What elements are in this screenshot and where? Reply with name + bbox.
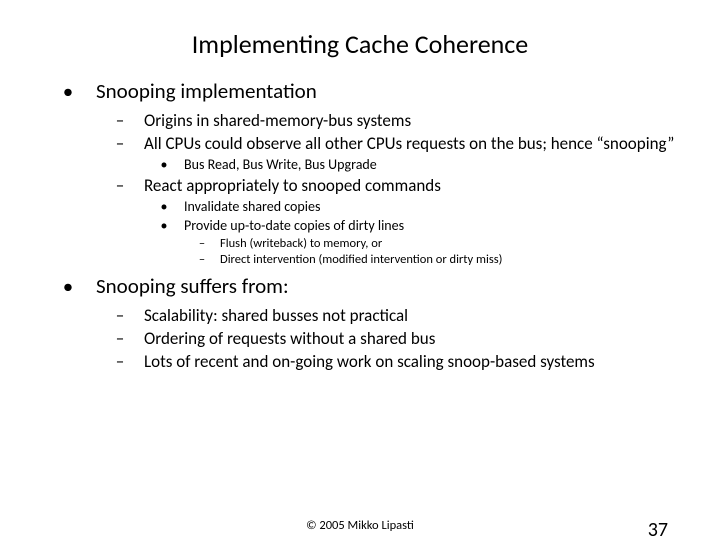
page-number: 37 — [648, 518, 668, 542]
bullet-dot-icon: • — [144, 156, 184, 173]
bullet-dash-icon: – — [96, 175, 144, 196]
bullet-l3: • Invalidate shared copies — [40, 198, 680, 215]
bullet-l1: • Snooping suffers from: — [40, 273, 680, 299]
bullet-dash-icon: – — [96, 305, 144, 326]
bullet-l2: – Origins in shared-memory-bus systems — [40, 110, 680, 131]
bullet-text: Origins in shared-memory-bus systems — [144, 110, 680, 131]
bullet-text: Ordering of requests without a shared bu… — [144, 328, 680, 349]
bullet-text: Snooping suffers from: — [96, 273, 680, 299]
bullet-text: Flush (writeback) to memory, or — [220, 236, 680, 251]
bullet-dash-icon: – — [96, 328, 144, 349]
slide-title: Implementing Cache Coherence — [40, 28, 680, 60]
bullet-dot-icon: • — [40, 273, 96, 299]
bullet-dash-icon: – — [184, 236, 220, 251]
bullet-text: Scalability: shared busses not practical — [144, 305, 680, 326]
bullet-l2: – Scalability: shared busses not practic… — [40, 305, 680, 326]
bullet-dash-icon: – — [96, 351, 144, 372]
bullet-text: React appropriately to snooped commands — [144, 175, 680, 196]
copyright-text: © 2005 Mikko Lipasti — [0, 518, 720, 533]
bullet-l1: • Snooping implementation — [40, 78, 680, 104]
bullet-l4: – Direct intervention (modified interven… — [40, 252, 680, 267]
bullet-text: Lots of recent and on-going work on scal… — [144, 351, 680, 372]
bullet-text: Snooping implementation — [96, 78, 680, 104]
bullet-dot-icon: • — [144, 198, 184, 215]
bullet-l3: • Bus Read, Bus Write, Bus Upgrade — [40, 156, 680, 173]
bullet-dash-icon: – — [96, 133, 144, 154]
bullet-l2: – Lots of recent and on-going work on sc… — [40, 351, 680, 372]
bullet-l2: – All CPUs could observe all other CPUs … — [40, 133, 680, 154]
bullet-dash-icon: – — [96, 110, 144, 131]
bullet-text: Invalidate shared copies — [184, 198, 680, 215]
bullet-text: Direct intervention (modified interventi… — [220, 252, 680, 267]
bullet-dot-icon: • — [40, 78, 96, 104]
bullet-l4: – Flush (writeback) to memory, or — [40, 236, 680, 251]
bullet-text: All CPUs could observe all other CPUs re… — [144, 133, 680, 154]
bullet-dash-icon: – — [184, 252, 220, 267]
bullet-text: Bus Read, Bus Write, Bus Upgrade — [184, 156, 680, 173]
bullet-text: Provide up-to-date copies of dirty lines — [184, 217, 680, 234]
bullet-l2: – Ordering of requests without a shared … — [40, 328, 680, 349]
slide: Implementing Cache Coherence • Snooping … — [0, 0, 720, 540]
bullet-l2: – React appropriately to snooped command… — [40, 175, 680, 196]
bullet-l3: • Provide up-to-date copies of dirty lin… — [40, 217, 680, 234]
bullet-dot-icon: • — [144, 217, 184, 234]
